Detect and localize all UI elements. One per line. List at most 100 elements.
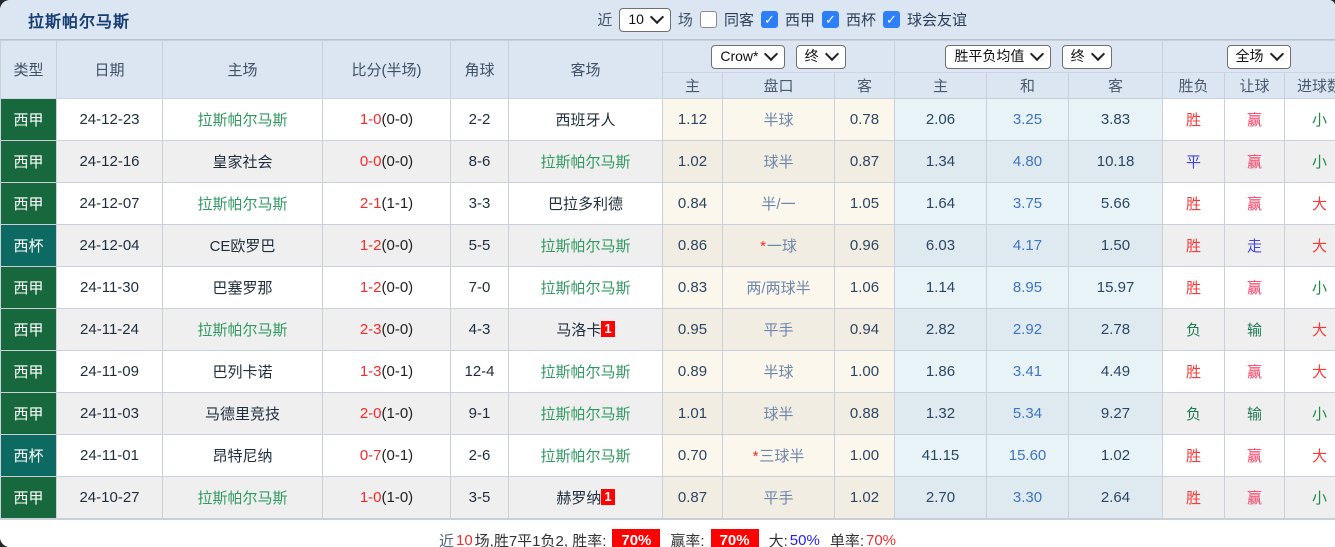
home-team-name[interactable]: 马德里竞技 [205,406,280,423]
summary-count: 10 [455,531,473,547]
home-team-name[interactable]: CE欧罗巴 [210,238,276,255]
home-team-name[interactable]: 昂特尼纳 [212,448,272,465]
same-away-checkbox[interactable] [699,11,717,28]
corners-cell: 7-0 [450,266,509,309]
col-header-type: 类型 [0,40,57,99]
win-rate-badge: 70% [612,528,661,547]
matches-table: 类型 日期 主场 比分(半场) 角球 客场 Crow* 终 胜平负均值 终 全场 [0,40,1335,519]
away-team[interactable]: 巴拉多利德 [508,182,663,225]
corners-cell: 2-2 [450,98,509,141]
handicap-text: 球半 [763,406,794,423]
home-team[interactable]: 拉斯帕尔马斯 [162,182,323,225]
filter-friendly-checkbox[interactable]: ✓ [882,11,900,28]
goals-cell: 小 [1284,392,1335,435]
scope-select[interactable]: 全场 [1226,44,1291,69]
away-team[interactable]: 拉斯帕尔马斯 [508,392,663,435]
home-team[interactable]: 巴塞罗那 [162,266,323,309]
away-team-name[interactable]: 拉斯帕尔马斯 [540,280,630,297]
home-team[interactable]: 拉斯帕尔马斯 [162,476,323,519]
fulltime-score: 2-3 [359,321,382,338]
away-team[interactable]: 拉斯帕尔马斯 [508,350,663,393]
draw-odds: 4.80 [986,140,1070,183]
bookmaker-select[interactable]: Crow* [711,44,786,69]
sub-header-handicap-home: 主 [662,72,723,99]
team-title: 拉斯帕尔马斯 [28,13,131,31]
cover-cell: 赢 [1224,434,1286,477]
red-card-badge: 1 [601,489,615,505]
result-cell: 胜 [1162,182,1226,225]
filter-friendly-label: 球会友谊 [906,12,967,29]
home-team-name[interactable]: 拉斯帕尔马斯 [197,322,287,339]
home-team[interactable]: 马德里竞技 [162,392,323,435]
header-select-row: 类型 日期 主场 比分(半场) 角球 客场 Crow* 终 胜平负均值 终 全场 [0,40,1335,99]
score-cell: 1-2(0-0) [322,266,451,309]
match-stats-panel: 拉斯帕尔马斯 近 10 场 同客 ✓ 西甲 ✓ 西杯 ✓ 球会友谊 类型 日期 … [0,0,1335,547]
home-team[interactable]: 巴列卡诺 [162,350,323,393]
away-team[interactable]: 马洛卡 1 [508,308,663,351]
away-team-name[interactable]: 拉斯帕尔马斯 [540,238,630,255]
table-row: 西甲 24-11-09 巴列卡诺 1-3(0-1) 12-4 拉斯帕尔马斯 0.… [0,350,1335,393]
home-team[interactable]: 拉斯帕尔马斯 [162,98,323,141]
away-team-name[interactable]: 西班牙人 [555,112,615,129]
handicap-home-odds: 1.02 [662,140,723,183]
home-team-name[interactable]: 拉斯帕尔马斯 [197,490,287,507]
filter-liga-label: 西甲 [784,12,815,29]
home-team[interactable]: CE欧罗巴 [162,224,323,267]
cover-cell: 走 [1224,224,1286,267]
away-team[interactable]: 拉斯帕尔马斯 [508,140,663,183]
away-team-name[interactable]: 赫罗纳 [556,490,601,507]
chevron-down-icon [1269,46,1284,62]
handicap-home-odds: 0.87 [662,476,723,519]
handicap-away-odds: 0.88 [833,392,896,435]
match-date: 24-11-03 [56,392,163,435]
home-team-name[interactable]: 皇家社会 [212,154,272,171]
handicap-text: 一球 [766,238,797,255]
away-team[interactable]: 赫罗纳 1 [508,476,663,519]
match-date: 24-11-24 [56,308,163,351]
odds-time-select[interactable]: 终 [1061,44,1112,69]
away-team[interactable]: 拉斯帕尔马斯 [508,266,663,309]
away-team[interactable]: 西班牙人 [508,98,663,141]
handicap-time-select[interactable]: 终 [795,44,846,69]
lose-odds: 4.49 [1068,350,1164,393]
sub-header-result: 胜负 [1162,72,1226,99]
handicap-home-odds: 0.83 [662,266,723,309]
away-team[interactable]: 拉斯帕尔马斯 [508,434,663,477]
score-cell: 2-3(0-0) [322,308,451,351]
result-cell: 胜 [1162,434,1226,477]
filter-liga-checkbox[interactable]: ✓ [760,11,778,28]
home-team[interactable]: 拉斯帕尔马斯 [162,308,323,351]
home-team-name[interactable]: 巴列卡诺 [212,364,272,381]
cover-cell: 赢 [1224,350,1286,393]
handicap-line: 半/一 [722,182,835,225]
cover-cell: 赢 [1224,476,1286,519]
halftime-score: (0-0) [381,153,414,170]
away-team-name[interactable]: 拉斯帕尔马斯 [540,448,630,465]
filter-copa-checkbox[interactable]: ✓ [821,11,839,28]
home-team[interactable]: 昂特尼纳 [162,434,323,477]
home-team[interactable]: 皇家社会 [162,140,323,183]
goals-cell: 小 [1284,140,1335,183]
result-cell: 胜 [1162,476,1226,519]
home-team-name[interactable]: 拉斯帕尔马斯 [197,196,287,213]
away-team-name[interactable]: 拉斯帕尔马斯 [540,154,630,171]
goals-cell: 大 [1284,224,1335,267]
result-cell: 平 [1162,140,1226,183]
summary-record: 场,胜7平1负2, 胜率: [474,532,607,547]
cover-cell: 输 [1224,392,1286,435]
win-odds: 1.14 [894,266,988,309]
home-team-name[interactable]: 巴塞罗那 [212,280,272,297]
recent-count-select[interactable]: 10 [619,7,671,32]
home-team-name[interactable]: 拉斯帕尔马斯 [197,112,287,129]
star-marker: * [760,238,766,255]
away-team-name[interactable]: 巴拉多利德 [548,196,623,213]
handicap-away-odds: 1.05 [833,182,896,225]
away-team-name[interactable]: 马洛卡 [556,322,601,339]
away-team[interactable]: 拉斯帕尔马斯 [508,224,663,267]
handicap-away-odds: 1.00 [833,350,896,393]
odds-type-select[interactable]: 胜平负均值 [945,44,1052,69]
handicap-home-odds: 0.70 [662,434,723,477]
score-cell: 1-2(0-0) [322,224,451,267]
away-team-name[interactable]: 拉斯帕尔马斯 [540,406,630,423]
away-team-name[interactable]: 拉斯帕尔马斯 [540,364,630,381]
